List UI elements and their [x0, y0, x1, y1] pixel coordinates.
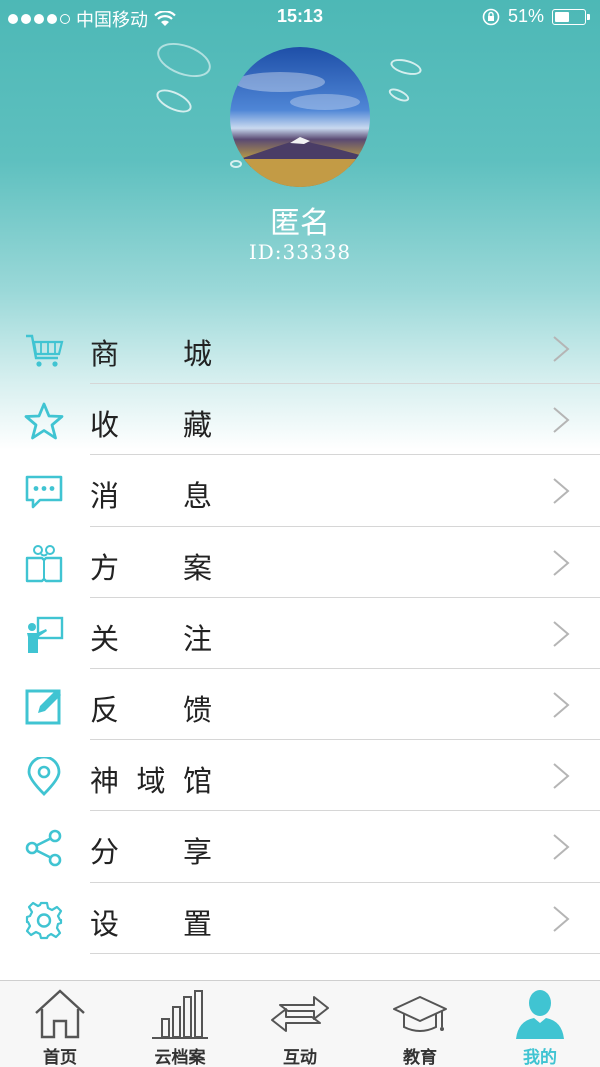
tab-label: 云档案	[154, 1048, 206, 1067]
menu-item-settings[interactable]: 设置	[0, 883, 600, 954]
menu-list: 商城 收藏 消息 方案 关 注 反 馈 神 域 馆 分 享 设 置	[0, 313, 600, 954]
chevron-right-icon	[553, 620, 570, 647]
home-icon	[35, 989, 85, 1039]
menu-item-mall[interactable]: 商城	[0, 313, 600, 385]
menu-label: 商城	[90, 337, 212, 371]
message-icon	[25, 476, 63, 509]
battery-icon	[552, 8, 590, 25]
menu-item-messages[interactable]: 消息	[0, 455, 600, 527]
menu-label: 反馈	[90, 692, 212, 727]
chevron-right-icon	[553, 834, 570, 861]
menu-item-share[interactable]: 分享	[0, 811, 600, 883]
rotation-lock-icon	[482, 8, 500, 25]
chevron-right-icon	[553, 478, 570, 505]
tab-bar: 首页 云档案 互动 教育 我的	[0, 980, 600, 1067]
graduation-cap-icon	[393, 996, 447, 1032]
person-icon	[516, 990, 564, 1039]
tab-label: 我的	[523, 1048, 557, 1067]
decorative-bubble	[230, 160, 242, 168]
tab-label: 互动	[283, 1048, 317, 1067]
menu-item-feedback[interactable]: 反馈	[0, 669, 600, 741]
menu-label: 分享	[90, 835, 212, 870]
chevron-right-icon	[553, 692, 570, 718]
tab-interaction[interactable]: 互动	[240, 981, 360, 1067]
divider	[90, 952, 600, 954]
battery-percent: 51%	[507, 6, 544, 26]
menu-label: 神域馆	[90, 764, 212, 799]
menu-item-plans[interactable]: 方案	[0, 527, 600, 598]
chevron-right-icon	[553, 549, 570, 576]
tab-mine[interactable]: 我的	[480, 981, 600, 1067]
menu-label: 收藏	[90, 408, 212, 443]
avatar[interactable]	[230, 47, 370, 187]
menu-item-follow[interactable]: 关注	[0, 598, 600, 669]
exchange-arrows-icon	[271, 996, 329, 1032]
bar-chart-icon	[152, 990, 208, 1039]
tab-label: 教育	[403, 1048, 437, 1067]
location-pin-icon	[27, 757, 61, 797]
status-right: 51%	[482, 6, 590, 27]
menu-label: 消息	[90, 479, 212, 514]
star-icon	[24, 402, 64, 440]
status-bar: 中国移动 15:13 51%	[0, 0, 600, 34]
menu-label: 设置	[90, 906, 212, 941]
cart-icon	[26, 334, 64, 367]
user-name: 匿名	[270, 206, 330, 241]
gear-icon	[25, 901, 63, 939]
menu-item-favorites[interactable]: 收藏	[0, 384, 600, 456]
edit-icon	[25, 689, 61, 725]
share-icon	[25, 830, 62, 867]
user-id: ID:33338	[248, 240, 352, 264]
menu-label: 方案	[90, 550, 212, 585]
teacher-board-icon	[27, 616, 64, 653]
menu-label: 关注	[90, 621, 212, 656]
chevron-right-icon	[553, 407, 570, 433]
tab-label: 首页	[43, 1048, 77, 1067]
tab-home[interactable]: 首页	[0, 981, 120, 1067]
chevron-right-icon	[553, 905, 570, 932]
book-icon	[25, 544, 63, 582]
tab-education[interactable]: 教育	[360, 981, 480, 1067]
chevron-right-icon	[553, 763, 570, 789]
menu-item-shenyu-hall[interactable]: 神域馆	[0, 740, 600, 812]
chevron-right-icon	[553, 336, 570, 362]
tab-cloud-archive[interactable]: 云档案	[120, 981, 240, 1067]
